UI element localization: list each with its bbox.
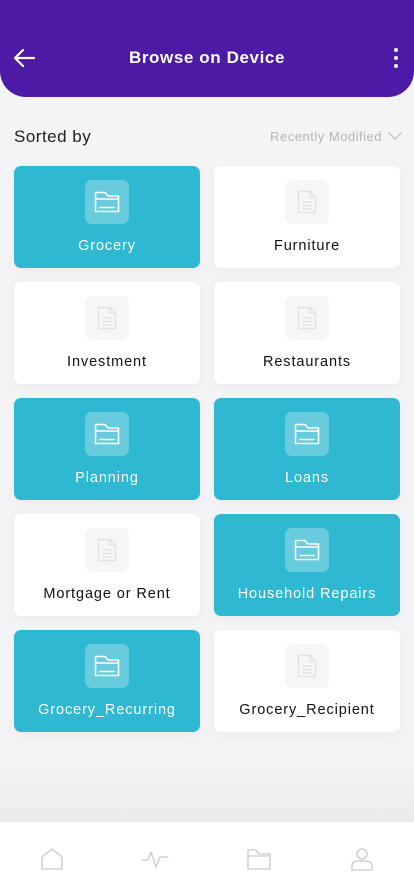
document-icon: [285, 644, 329, 688]
dot-icon: [394, 64, 398, 68]
folder-name: Planning: [75, 470, 139, 486]
more-options-button[interactable]: [384, 44, 408, 72]
folder-card[interactable]: Investment: [14, 282, 200, 384]
tab-home[interactable]: [0, 822, 104, 896]
dot-icon: [394, 48, 398, 52]
folder-icon: [85, 412, 129, 456]
sort-dropdown[interactable]: Recently Modified: [270, 129, 402, 144]
tab-activity[interactable]: [104, 822, 208, 896]
folder-name: Loans: [284, 470, 329, 486]
folder-name: Grocery_Recipient: [239, 702, 375, 718]
folder-card[interactable]: Grocery: [14, 166, 200, 268]
folder-card[interactable]: Grocery_Recurring: [14, 630, 200, 732]
folder-card[interactable]: Mortgage or Rent: [14, 514, 200, 616]
bottom-fade: [0, 760, 414, 822]
folder-icon: [285, 528, 329, 572]
folder-card[interactable]: Furniture: [214, 166, 400, 268]
page-title: Browse on Device: [128, 48, 286, 67]
tab-files[interactable]: [207, 822, 311, 896]
tab-bar: [0, 822, 414, 896]
document-icon: [85, 528, 129, 572]
tab-profile[interactable]: [311, 822, 414, 896]
dot-icon: [394, 56, 398, 60]
document-icon: [285, 296, 329, 340]
app-header: Browse on Device: [0, 0, 414, 97]
folder-card[interactable]: Household Repairs: [214, 514, 400, 616]
sort-selected-value: Recently Modified: [270, 129, 382, 144]
chevron-down-icon: [388, 132, 402, 140]
sort-label: Sorted by: [14, 127, 92, 146]
folder-name: Mortgage or Rent: [43, 586, 171, 602]
person-icon: [351, 848, 374, 871]
folder-grid: Grocery Furniture Investment Restaurants Pla…: [14, 166, 400, 732]
folder-name: Investment: [67, 354, 147, 370]
folder-name: Restaurants: [262, 354, 352, 370]
folder-icon: [85, 644, 129, 688]
folder-name: Grocery: [78, 238, 136, 254]
folder-card[interactable]: Restaurants: [214, 282, 400, 384]
folder-name: Grocery_Recurring: [38, 702, 176, 718]
folder-icon: [246, 849, 271, 870]
folder-card[interactable]: Planning: [14, 398, 200, 500]
activity-icon: [141, 851, 170, 868]
folder-card[interactable]: Loans: [214, 398, 400, 500]
folder-name: Furniture: [273, 238, 341, 254]
document-icon: [85, 296, 129, 340]
folder-name: Household Repairs: [237, 586, 377, 602]
folder-card[interactable]: Grocery_Recipient: [214, 630, 400, 732]
folder-icon: [85, 180, 129, 224]
folder-icon: [285, 412, 329, 456]
document-icon: [285, 180, 329, 224]
home-icon: [40, 848, 63, 870]
